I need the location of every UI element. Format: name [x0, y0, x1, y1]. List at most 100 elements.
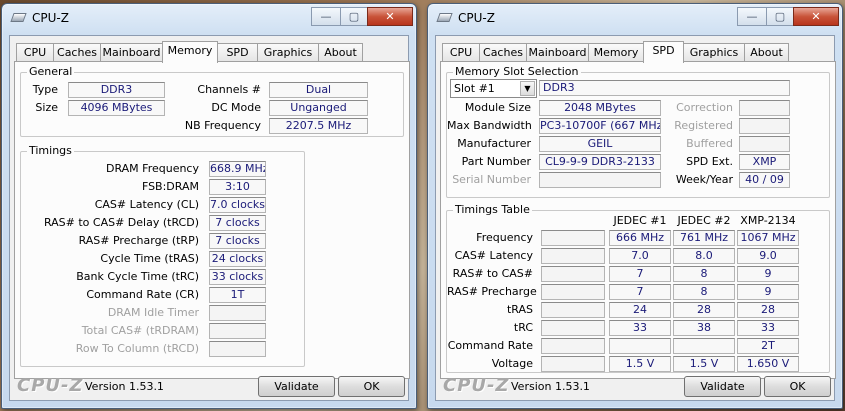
tab-graphics[interactable]: Graphics	[257, 43, 319, 62]
timing-row-spare-cell	[541, 320, 605, 336]
timing-cell: 1.5 V	[609, 356, 671, 372]
timing-label: FSB:DRAM	[141, 180, 199, 193]
tab-spd[interactable]: SPD	[217, 43, 258, 62]
close-button[interactable]: ✕	[367, 7, 413, 26]
timing-cell: 24	[609, 302, 671, 318]
timing-label: Total CAS# (tRDRAM)	[81, 324, 199, 337]
nb-frequency-label: NB Frequency	[184, 119, 261, 132]
window-title: CPU-Z	[458, 11, 495, 25]
tab-caches[interactable]: Caches	[479, 43, 527, 62]
timings-group: Timings DRAM Frequency 668.9 MHz FSB:DRA…	[20, 145, 305, 367]
tab-caches[interactable]: Caches	[53, 43, 101, 62]
window-title: CPU-Z	[32, 11, 69, 25]
timing-cell	[609, 338, 671, 354]
tab-cpu[interactable]: CPU	[442, 43, 480, 62]
version-label: Version 1.53.1	[511, 380, 590, 393]
timing-row-spare-cell	[541, 338, 605, 354]
tab-cpu[interactable]: CPU	[16, 43, 54, 62]
timing-row-label: tRAS	[506, 303, 533, 316]
slot-select[interactable]: Slot #1 ▼	[450, 79, 537, 98]
tab-graphics[interactable]: Graphics	[683, 43, 745, 62]
timing-cell: 8	[673, 284, 735, 300]
ok-button[interactable]: OK	[764, 376, 831, 397]
timing-label: Cycle Time (tRAS)	[100, 252, 199, 265]
tab-mainboard[interactable]: Mainboard	[100, 43, 163, 62]
general-group: General Type DDR3 Size 4096 MBytes Chann…	[20, 66, 404, 137]
cpuz-brand-logo: CPU-Z	[17, 375, 84, 396]
timing-value: 7 clocks	[209, 233, 266, 249]
max-bandwidth-label: Max Bandwidth	[447, 119, 532, 132]
timing-cell: 1.650 V	[737, 356, 799, 372]
manufacturer-label: Manufacturer	[457, 137, 531, 150]
maximize-button[interactable]: ▢	[766, 7, 794, 26]
timing-cell: 33	[609, 320, 671, 336]
tab-about[interactable]: About	[318, 43, 363, 62]
timing-value: 24 clocks	[209, 251, 266, 267]
column-header: JEDEC #1	[613, 214, 667, 227]
tab-spd[interactable]: SPD	[643, 41, 684, 63]
module-size-value: 2048 MBytes	[539, 100, 661, 116]
tab-memory[interactable]: Memory	[588, 43, 644, 62]
channels-value: Dual	[269, 82, 368, 98]
minimize-button[interactable]: —	[737, 7, 767, 26]
serial-number-value	[539, 172, 661, 188]
timings-table-group: Timings Table JEDEC #1 JEDEC #2 XMP-2134…	[446, 204, 830, 373]
timing-label: DRAM Frequency	[105, 162, 199, 175]
timing-row-label: CAS# Latency	[454, 249, 533, 262]
timing-row-spare-cell	[541, 302, 605, 318]
timing-cell: 28	[737, 302, 799, 318]
timing-row-label: Command Rate	[447, 339, 533, 352]
timing-cell: 8.0	[673, 248, 735, 264]
memory-type-value: DDR3	[68, 82, 165, 98]
week-year-value: 40 / 09	[739, 172, 790, 188]
timing-cell: 38	[673, 320, 735, 336]
close-button[interactable]: ✕	[793, 7, 839, 26]
timing-cell: 9	[737, 284, 799, 300]
max-bandwidth-value: PC3-10700F (667 MHz)	[539, 118, 661, 134]
timing-value: 7.0 clocks	[209, 197, 266, 213]
correction-label: Correction	[676, 101, 733, 114]
timing-row-spare-cell	[541, 266, 605, 282]
timing-label: RAS# Precharge (tRP)	[78, 234, 199, 247]
timing-cell	[673, 338, 735, 354]
window-footer: CPU-Z Version 1.53.1 Validate OK	[10, 374, 408, 400]
tab-about[interactable]: About	[744, 43, 789, 62]
tab-memory[interactable]: Memory	[162, 41, 218, 63]
validate-button[interactable]: Validate	[258, 376, 335, 397]
nb-frequency-value: 2207.5 MHz	[269, 118, 368, 134]
timing-cell: 33	[737, 320, 799, 336]
week-year-label: Week/Year	[675, 173, 733, 186]
minimize-button[interactable]: —	[311, 7, 341, 26]
timing-value	[209, 323, 266, 339]
spd-panel: Memory Slot Selection Slot #1 ▼ DDR3 Mod…	[440, 61, 836, 379]
part-number-value: CL9-9-9 DDR3-2133	[539, 154, 661, 170]
window-footer: CPU-Z Version 1.53.1 Validate OK	[436, 374, 834, 400]
spd-ext-label: SPD Ext.	[686, 155, 733, 168]
title-bar[interactable]: CPU-Z — ▢ ✕	[428, 4, 842, 34]
general-group-label: General	[27, 65, 75, 78]
timing-label: Bank Cycle Time (tRC)	[76, 270, 199, 283]
timing-cell: 7.0	[609, 248, 671, 264]
timing-row-label: Voltage	[491, 357, 533, 370]
maximize-button[interactable]: ▢	[340, 7, 368, 26]
timing-row-spare-cell	[541, 356, 605, 372]
chevron-down-icon[interactable]: ▼	[520, 81, 535, 96]
slot-selection-group-label: Memory Slot Selection	[453, 65, 581, 78]
timing-label: RAS# to CAS# Delay (tRCD)	[43, 216, 199, 229]
validate-button[interactable]: Validate	[684, 376, 761, 397]
timing-value	[209, 341, 266, 357]
timing-cell: 8	[673, 266, 735, 282]
timings-table-group-label: Timings Table	[453, 203, 532, 216]
registered-value	[739, 118, 790, 134]
module-size-label: Module Size	[464, 101, 531, 114]
tab-mainboard[interactable]: Mainboard	[526, 43, 589, 62]
timing-label: Command Rate (CR)	[86, 288, 199, 301]
timing-cell: 9	[737, 266, 799, 282]
size-label: Size	[35, 101, 58, 114]
column-header: JEDEC #2	[677, 214, 731, 227]
ok-button[interactable]: OK	[338, 376, 405, 397]
serial-number-label: Serial Number	[452, 173, 531, 186]
title-bar[interactable]: CPU-Z — ▢ ✕	[2, 4, 416, 34]
timing-cell: 761 MHz	[673, 230, 735, 246]
timing-row-spare-cell	[541, 284, 605, 300]
